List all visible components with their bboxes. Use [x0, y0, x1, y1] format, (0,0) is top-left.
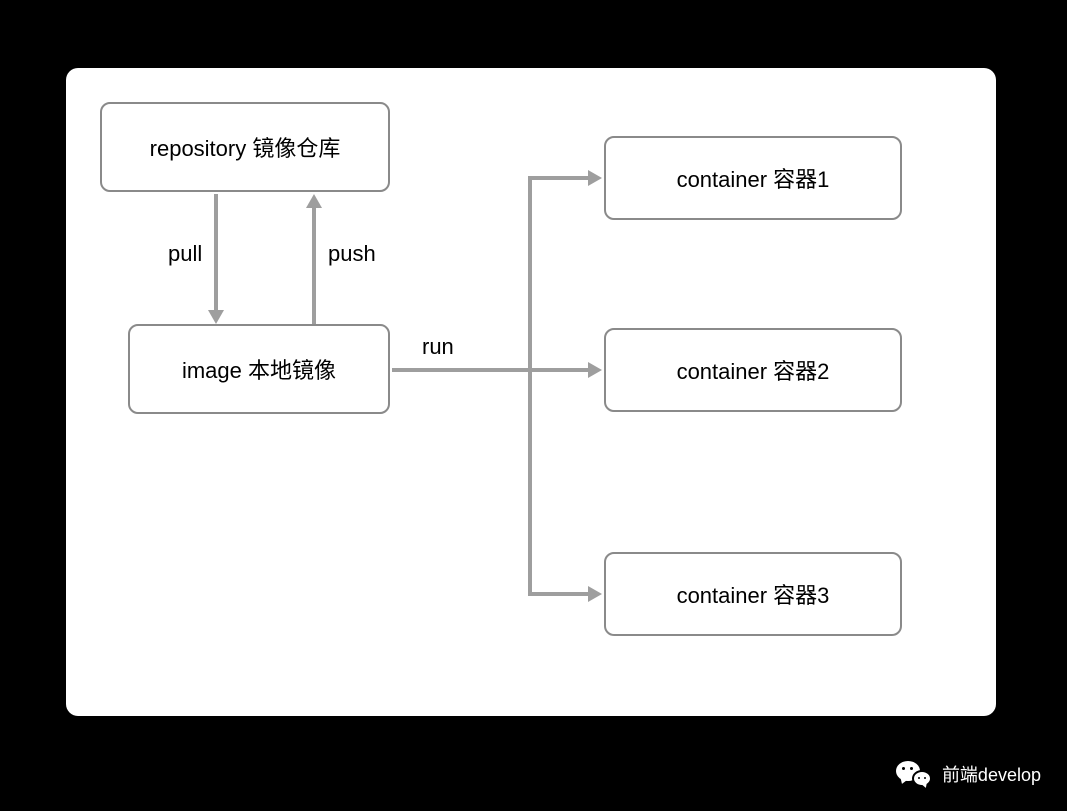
run-arrow-head-3 [588, 586, 602, 602]
repository-label: repository 镜像仓库 [150, 131, 341, 163]
branch-vertical [528, 176, 532, 596]
repository-box: repository 镜像仓库 [100, 102, 390, 192]
run-arrow-head-1 [588, 170, 602, 186]
branch-to-c3 [528, 592, 590, 596]
watermark-text: 前端develop [942, 761, 1041, 787]
diagram-canvas: repository 镜像仓库 image 本地镜像 container 容器1… [66, 68, 996, 716]
pull-arrow-head [208, 310, 224, 324]
container1-box: container 容器1 [604, 136, 902, 220]
run-label: run [422, 334, 454, 360]
watermark: 前端develop [896, 759, 1041, 789]
branch-to-c1 [528, 176, 590, 180]
run-arrow-main [392, 368, 588, 372]
image-label: image 本地镜像 [182, 353, 336, 385]
wechat-icon [896, 759, 932, 789]
container3-box: container 容器3 [604, 552, 902, 636]
push-label: push [328, 241, 376, 267]
container1-label: container 容器1 [677, 162, 830, 194]
container3-label: container 容器3 [677, 578, 830, 610]
container2-box: container 容器2 [604, 328, 902, 412]
push-arrow-head [306, 194, 322, 208]
image-box: image 本地镜像 [128, 324, 390, 414]
pull-label: pull [168, 241, 202, 267]
container2-label: container 容器2 [677, 354, 830, 386]
run-arrow-head-2 [588, 362, 602, 378]
push-arrow-line [312, 208, 316, 324]
pull-arrow-line [214, 194, 218, 312]
